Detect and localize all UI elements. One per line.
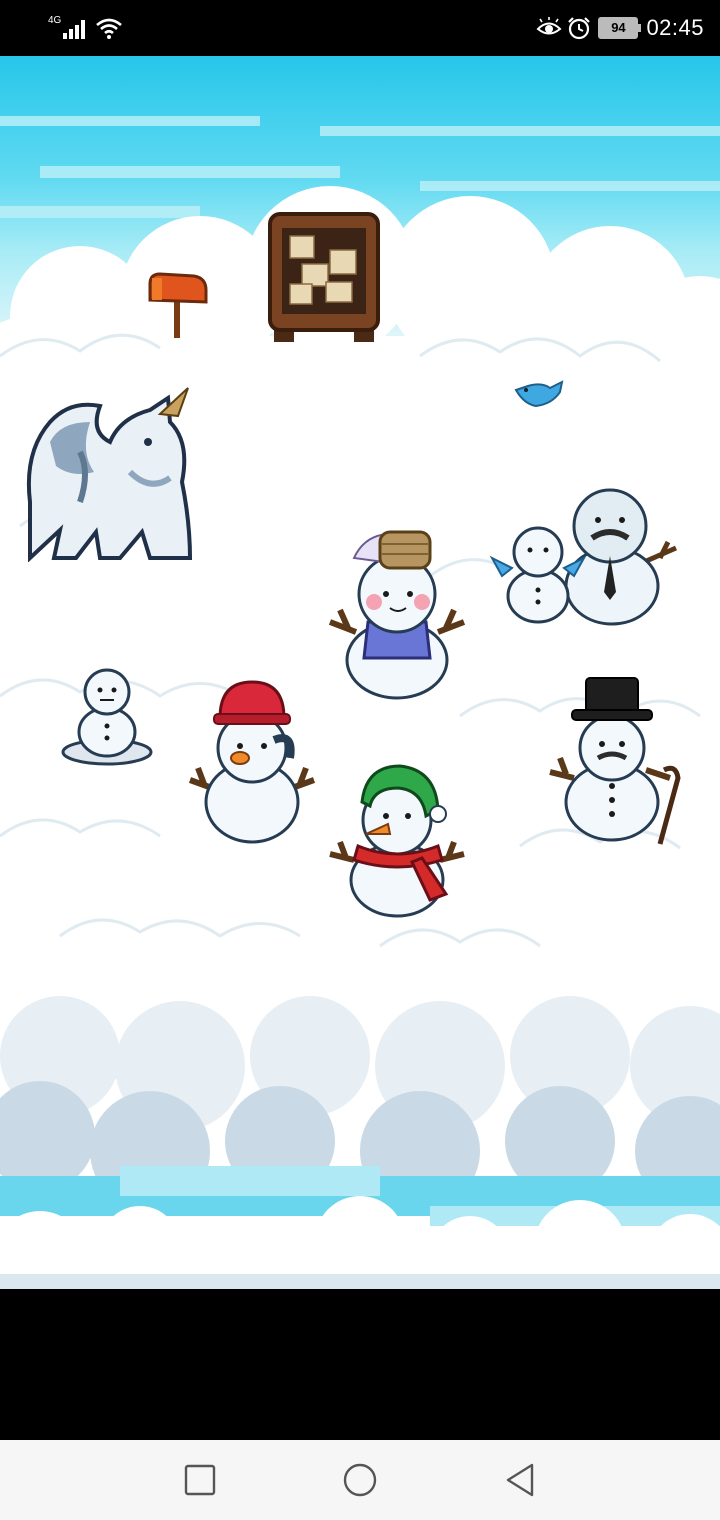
clock: 02:45 bbox=[646, 15, 704, 40]
snowman-top-hat-cane[interactable] bbox=[546, 674, 686, 846]
alarm-icon bbox=[568, 17, 591, 40]
back-icon[interactable] bbox=[500, 1460, 540, 1500]
blue-bird[interactable] bbox=[512, 374, 564, 412]
eye-comfort-icon bbox=[536, 17, 562, 35]
battery-icon: 94 bbox=[598, 17, 642, 39]
navigation-bar bbox=[0, 1440, 720, 1520]
status-bar: 4G 94 02:45 bbox=[0, 0, 720, 56]
status-left: 4G bbox=[48, 14, 124, 42]
snowman-on-plate[interactable] bbox=[58, 664, 156, 774]
snowman-red-bucket-hat[interactable] bbox=[186, 678, 318, 846]
network-type-label: 4G bbox=[48, 14, 62, 26]
status-right: 94 02:45 bbox=[536, 14, 704, 42]
game-viewport[interactable] bbox=[0, 56, 720, 1289]
snowman-with-basket[interactable] bbox=[326, 522, 468, 702]
wifi-icon bbox=[96, 18, 123, 39]
letterbox-band bbox=[0, 1289, 720, 1440]
home-icon[interactable] bbox=[340, 1460, 380, 1500]
recent-apps-icon[interactable] bbox=[180, 1460, 220, 1500]
mailbox[interactable] bbox=[146, 270, 210, 340]
snowman-green-hat-scarf[interactable] bbox=[326, 762, 468, 918]
notice-board[interactable] bbox=[268, 212, 380, 346]
snowmen-father-and-son[interactable] bbox=[484, 472, 680, 628]
ice-dragon-statue[interactable] bbox=[20, 382, 196, 562]
signal-icon bbox=[63, 20, 86, 39]
